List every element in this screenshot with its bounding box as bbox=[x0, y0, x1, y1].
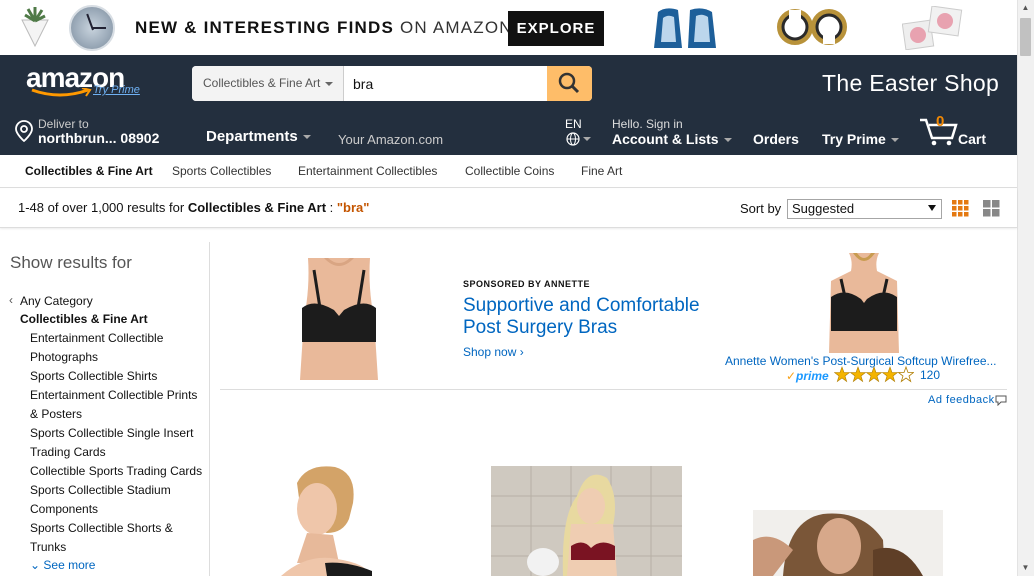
sponsored-by-label: SPONSORED BY ANNETTE bbox=[463, 279, 591, 289]
chevron-left-icon[interactable]: ‹ bbox=[9, 293, 13, 307]
cart-count[interactable]: 0 bbox=[936, 113, 944, 130]
account-lists-menu[interactable]: Account & Lists bbox=[612, 131, 732, 147]
search-input[interactable] bbox=[344, 66, 547, 101]
coaster-product-image[interactable] bbox=[902, 6, 964, 50]
shop-now-link[interactable]: Shop now › bbox=[463, 345, 524, 359]
review-count-link[interactable]: 120 bbox=[920, 368, 940, 382]
sidebar-item[interactable]: & Posters bbox=[30, 407, 82, 421]
plant-product-image[interactable] bbox=[18, 6, 52, 48]
shop-now-label: Shop now bbox=[463, 345, 517, 359]
sidebar-item[interactable]: Components bbox=[30, 502, 98, 516]
try-prime-menu[interactable]: Try Prime bbox=[822, 131, 899, 147]
chevron-down-icon bbox=[890, 138, 899, 143]
try-prime-label: Try Prime bbox=[822, 131, 886, 147]
sidebar-item[interactable]: Sports Collectible Shorts & bbox=[30, 521, 173, 535]
search-button[interactable] bbox=[547, 66, 592, 101]
easter-shop-banner[interactable]: The Easter Shop bbox=[822, 70, 999, 97]
ad-bra-image-left[interactable] bbox=[290, 258, 388, 380]
explore-button[interactable]: EXPLORE bbox=[508, 11, 604, 46]
prime-badge: prime bbox=[796, 369, 829, 383]
scroll-up-icon[interactable]: ▲ bbox=[1020, 3, 1031, 13]
geode-bookends-image[interactable] bbox=[652, 6, 718, 50]
star-rating[interactable] bbox=[834, 366, 914, 384]
scroll-down-icon[interactable]: ▼ bbox=[1020, 563, 1031, 573]
clock-product-image[interactable] bbox=[69, 5, 115, 51]
amazon-smile-icon bbox=[31, 88, 92, 97]
sidebar-item[interactable]: Sports Collectible Shirts bbox=[30, 369, 157, 383]
see-more-link[interactable]: ⌄ See more bbox=[30, 558, 95, 572]
sort-by-label: Sort by bbox=[740, 201, 782, 216]
ad-bra-image-right[interactable] bbox=[823, 253, 905, 353]
product-image-1[interactable] bbox=[277, 463, 372, 576]
your-amazon-link[interactable]: Your Amazon.com bbox=[338, 132, 443, 147]
chevron-double-down-icon: ⌄ bbox=[30, 558, 44, 572]
grid-view-icon[interactable] bbox=[952, 200, 969, 217]
search-department-dropdown[interactable]: Collectibles & Fine Art bbox=[192, 66, 344, 101]
cart-label[interactable]: Cart bbox=[958, 131, 986, 147]
subnav-item-entertainment-collectibles[interactable]: Entertainment Collectibles bbox=[298, 164, 437, 178]
departments-menu[interactable]: Departments bbox=[206, 128, 311, 145]
sidebar-item[interactable]: Trading Cards bbox=[30, 445, 106, 459]
chevron-down-icon bbox=[302, 135, 311, 140]
chevron-right-icon: › bbox=[516, 345, 524, 359]
promo-headline-bold: NEW & INTERESTING FINDS bbox=[135, 18, 394, 37]
hello-sign-in[interactable]: Hello. Sign in bbox=[612, 117, 683, 131]
product-image-3[interactable] bbox=[753, 510, 943, 576]
subnav-item-fine-art[interactable]: Fine Art bbox=[581, 164, 622, 178]
sidebar-any-category[interactable]: Any Category bbox=[20, 294, 93, 308]
sort-dropdown-arrow-icon[interactable] bbox=[928, 205, 936, 211]
results-count: 1-48 of over 1,000 results for Collectib… bbox=[18, 200, 369, 215]
sidebar-divider bbox=[209, 242, 210, 576]
sidebar-item[interactable]: Entertainment Collectible bbox=[30, 331, 163, 345]
sidebar-item[interactable]: Trunks bbox=[30, 540, 66, 554]
search-icon bbox=[558, 72, 580, 94]
results-category: Collectibles & Fine Art bbox=[187, 200, 327, 215]
sidebar-item[interactable]: Entertainment Collectible Prints bbox=[30, 388, 197, 402]
list-view-icon[interactable] bbox=[983, 200, 1000, 217]
language-selector-label[interactable]: EN bbox=[565, 117, 582, 131]
sidebar-item[interactable]: Photographs bbox=[30, 350, 98, 364]
sidebar-item[interactable]: Collectible Sports Trading Cards bbox=[30, 464, 202, 478]
product-image-2[interactable] bbox=[491, 466, 682, 576]
sort-select[interactable]: Suggested bbox=[787, 199, 942, 219]
see-more-label: See more bbox=[43, 558, 96, 572]
subnav-item-collectibles-fine-art[interactable]: Collectibles & Fine Art bbox=[25, 164, 153, 178]
scroll-thumb[interactable] bbox=[1020, 18, 1031, 56]
promo-headline-light: ON AMAZON bbox=[399, 18, 513, 37]
ad-headline-link[interactable]: Supportive and Comfortable Post Surgery … bbox=[463, 295, 733, 339]
results-separator: : bbox=[326, 200, 337, 215]
subnav-item-collectible-coins[interactable]: Collectible Coins bbox=[465, 164, 554, 178]
location-pin-icon[interactable] bbox=[15, 120, 33, 142]
globe-icon[interactable] bbox=[566, 132, 580, 146]
chevron-down-icon[interactable] bbox=[583, 137, 591, 141]
results-count-text: 1-48 of over 1,000 results for bbox=[18, 200, 185, 215]
prime-check-icon: ✓ bbox=[786, 369, 797, 383]
page-scrollbar[interactable] bbox=[1017, 0, 1034, 576]
ad-divider bbox=[220, 389, 1007, 390]
search-department-label: Collectibles & Fine Art bbox=[203, 76, 321, 90]
ad-feedback-link[interactable]: Ad feedback bbox=[928, 394, 995, 406]
sidebar-item[interactable]: Sports Collectible Stadium bbox=[30, 483, 171, 497]
promo-headline[interactable]: NEW & INTERESTING FINDS ON AMAZON bbox=[135, 18, 513, 38]
chevron-down-icon bbox=[325, 81, 334, 86]
chevron-down-icon bbox=[723, 138, 732, 143]
sidebar-item[interactable]: Sports Collectible Single Insert bbox=[30, 426, 193, 440]
orders-link[interactable]: Orders bbox=[753, 131, 799, 147]
earrings-product-image[interactable] bbox=[777, 8, 847, 46]
speech-bubble-icon[interactable] bbox=[995, 395, 1007, 406]
sidebar-current-category: Collectibles & Fine Art bbox=[20, 312, 148, 326]
deliver-to-label[interactable]: Deliver to bbox=[38, 117, 89, 131]
amazon-search-page: NEW & INTERESTING FINDS ON AMAZON EXPLOR… bbox=[0, 0, 1034, 576]
subnav-item-sports-collectibles[interactable]: Sports Collectibles bbox=[172, 164, 271, 178]
star-icon bbox=[834, 366, 899, 383]
try-prime-link[interactable]: Try Prime bbox=[93, 84, 140, 96]
departments-label: Departments bbox=[206, 128, 298, 145]
account-lists-label: Account & Lists bbox=[612, 131, 719, 147]
results-query: "bra" bbox=[336, 200, 370, 215]
deliver-to-location[interactable]: northbrun... 08902 bbox=[38, 130, 159, 146]
sidebar-title: Show results for bbox=[10, 253, 132, 272]
